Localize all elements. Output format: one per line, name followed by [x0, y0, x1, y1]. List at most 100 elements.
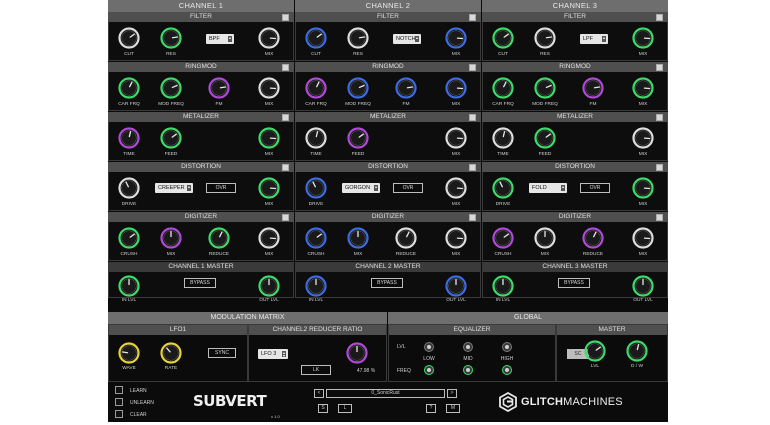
channel-1-digitizer-enable-checkbox[interactable]	[282, 214, 289, 221]
channel-3-metalizer-time-knob[interactable]	[492, 127, 514, 149]
channel-2-digitizer-mix-knob[interactable]	[445, 227, 467, 249]
eq-mid-freq-knob[interactable]	[463, 365, 473, 375]
channel-2-ringmod-car-frq-knob[interactable]	[305, 77, 327, 99]
channel-1-metalizer-time-knob[interactable]	[118, 127, 140, 149]
channel-1-distortion-mode-select[interactable]: CREEPER ▴	[155, 183, 193, 193]
channel-1-digitizer-reduce-knob[interactable]	[208, 227, 230, 249]
channel-1-ovr-button[interactable]: OVR	[206, 183, 236, 193]
channel-2-master-in-lvl-knob[interactable]	[305, 275, 327, 297]
channel-1-digitizer-crush-knob[interactable]	[118, 227, 140, 249]
channel-3-distortion-mode-select[interactable]: FOLD ▴	[529, 183, 567, 193]
channel-3-digitizer-enable-checkbox[interactable]	[656, 214, 663, 221]
channel-1-metalizer-enable-checkbox[interactable]	[282, 114, 289, 121]
channel-1-ringmod-car-frq-knob[interactable]	[118, 77, 140, 99]
channel-2-ringmod-fm-knob[interactable]	[395, 77, 417, 99]
preset-next-button[interactable]: >	[447, 389, 457, 398]
channel-3-digitizer-reduce-knob[interactable]	[582, 227, 604, 249]
channel-3-master-out-lvl-knob[interactable]	[632, 275, 654, 297]
channel-2-digitizer-reduce-knob[interactable]	[395, 227, 417, 249]
channel-2-digitizer-mix-knob[interactable]	[347, 227, 369, 249]
channel-1-digitizer-mix-knob[interactable]	[258, 227, 280, 249]
channel-1-metalizer-mix-knob[interactable]	[258, 127, 280, 149]
channel-3-bypass-button[interactable]: BYPASS	[558, 278, 590, 288]
learn-checkbox[interactable]	[115, 386, 123, 394]
eq-mid-level-knob[interactable]	[463, 342, 473, 352]
channel-3-ringmod-car-frq-knob[interactable]	[492, 77, 514, 99]
preset-name-field[interactable]: 0_SonicRust	[326, 389, 445, 398]
channel-1-filter-cut-knob[interactable]	[118, 27, 140, 49]
channel-3-distortion-drive-knob[interactable]	[492, 177, 514, 199]
channel-1-ringmod-mod-freq-knob[interactable]	[160, 77, 182, 99]
global-master-lvl-knob[interactable]	[584, 340, 606, 362]
channel-2-ovr-button[interactable]: OVR	[393, 183, 423, 193]
channel-3-ovr-button[interactable]: OVR	[580, 183, 610, 193]
channel-2-distortion-mode-select[interactable]: GORGON ▴	[342, 183, 380, 193]
channel-3-digitizer-mix-knob[interactable]	[534, 227, 556, 249]
channel-1-bypass-button[interactable]: BYPASS	[184, 278, 216, 288]
channel-2-filter-mix-knob[interactable]	[445, 27, 467, 49]
lfo-wave-knob[interactable]	[118, 342, 140, 364]
channel-1-filter-enable-checkbox[interactable]	[282, 14, 289, 21]
channel-1-filter-res-knob[interactable]	[160, 27, 182, 49]
channel-1-distortion-enable-checkbox[interactable]	[282, 164, 289, 171]
channel-1-filter-mode-select[interactable]: BPF ▴	[206, 34, 234, 44]
channel-3-metalizer-feed-knob[interactable]	[534, 127, 556, 149]
channel-3-digitizer-crush-knob[interactable]	[492, 227, 514, 249]
channel-3-metalizer-enable-checkbox[interactable]	[656, 114, 663, 121]
channel-1-distortion-mix-knob[interactable]	[258, 177, 280, 199]
channel-1-digitizer-mix-knob[interactable]	[160, 227, 182, 249]
channel-3-filter-res-knob[interactable]	[534, 27, 556, 49]
channel-2-bypass-button[interactable]: BYPASS	[371, 278, 403, 288]
eq-high-level-knob[interactable]	[502, 342, 512, 352]
reducer-ratio-knob[interactable]	[346, 342, 368, 364]
channel-2-ringmod-enable-checkbox[interactable]	[469, 64, 476, 71]
channel-3-ringmod-fm-knob[interactable]	[582, 77, 604, 99]
clear-checkbox[interactable]	[115, 410, 123, 418]
preset-prev-button[interactable]: <	[314, 389, 324, 398]
eq-low-level-knob[interactable]	[424, 342, 434, 352]
channel-1-ringmod-enable-checkbox[interactable]	[282, 64, 289, 71]
save-preset-button[interactable]: S	[318, 404, 328, 413]
channel-2-master-out-lvl-knob[interactable]	[445, 275, 467, 297]
channel-3-master-in-lvl-knob[interactable]	[492, 275, 514, 297]
channel-2-metalizer-time-knob[interactable]	[305, 127, 327, 149]
channel-3-distortion-mix-knob[interactable]	[632, 177, 654, 199]
channel-1-metalizer-feed-knob[interactable]	[160, 127, 182, 149]
channel-2-filter-enable-checkbox[interactable]	[469, 14, 476, 21]
channel-2-filter-cut-knob[interactable]	[305, 27, 327, 49]
help-button[interactable]: ?	[426, 404, 436, 413]
channel-3-filter-enable-checkbox[interactable]	[656, 14, 663, 21]
unlearn-checkbox[interactable]	[115, 398, 123, 406]
channel-1-master-in-lvl-knob[interactable]	[118, 275, 140, 297]
channel-1-distortion-drive-knob[interactable]	[118, 177, 140, 199]
channel-2-metalizer-feed-knob[interactable]	[347, 127, 369, 149]
lfo-rate-knob[interactable]	[160, 342, 182, 364]
load-preset-button[interactable]: L	[338, 404, 352, 413]
channel-1-ringmod-fm-knob[interactable]	[208, 77, 230, 99]
channel-2-digitizer-enable-checkbox[interactable]	[469, 214, 476, 221]
channel-3-distortion-enable-checkbox[interactable]	[656, 164, 663, 171]
eq-low-freq-knob[interactable]	[424, 365, 434, 375]
channel-2-digitizer-crush-knob[interactable]	[305, 227, 327, 249]
channel-2-metalizer-enable-checkbox[interactable]	[469, 114, 476, 121]
channel-3-digitizer-mix-knob[interactable]	[632, 227, 654, 249]
channel-3-filter-cut-knob[interactable]	[492, 27, 514, 49]
channel-3-metalizer-mix-knob[interactable]	[632, 127, 654, 149]
menu-button[interactable]: M	[446, 404, 460, 413]
eq-high-freq-knob[interactable]	[502, 365, 512, 375]
channel-2-filter-res-knob[interactable]	[347, 27, 369, 49]
channel-2-ringmod-mix-knob[interactable]	[445, 77, 467, 99]
channel-1-filter-mix-knob[interactable]	[258, 27, 280, 49]
channel-1-ringmod-mix-knob[interactable]	[258, 77, 280, 99]
channel-3-filter-mix-knob[interactable]	[632, 27, 654, 49]
global-master-d-w-knob[interactable]	[626, 340, 648, 362]
channel-2-distortion-mix-knob[interactable]	[445, 177, 467, 199]
channel-2-distortion-drive-knob[interactable]	[305, 177, 327, 199]
channel-1-master-out-lvl-knob[interactable]	[258, 275, 280, 297]
channel-2-metalizer-mix-knob[interactable]	[445, 127, 467, 149]
channel-2-filter-mode-select[interactable]: NOTCH ▴	[393, 34, 421, 44]
reducer-source-select[interactable]: LFO 3 ▴ ▾	[258, 349, 288, 359]
sync-button[interactable]: SYNC	[208, 348, 236, 358]
channel-3-ringmod-enable-checkbox[interactable]	[656, 64, 663, 71]
channel-3-filter-mode-select[interactable]: LPF ▴	[580, 34, 608, 44]
